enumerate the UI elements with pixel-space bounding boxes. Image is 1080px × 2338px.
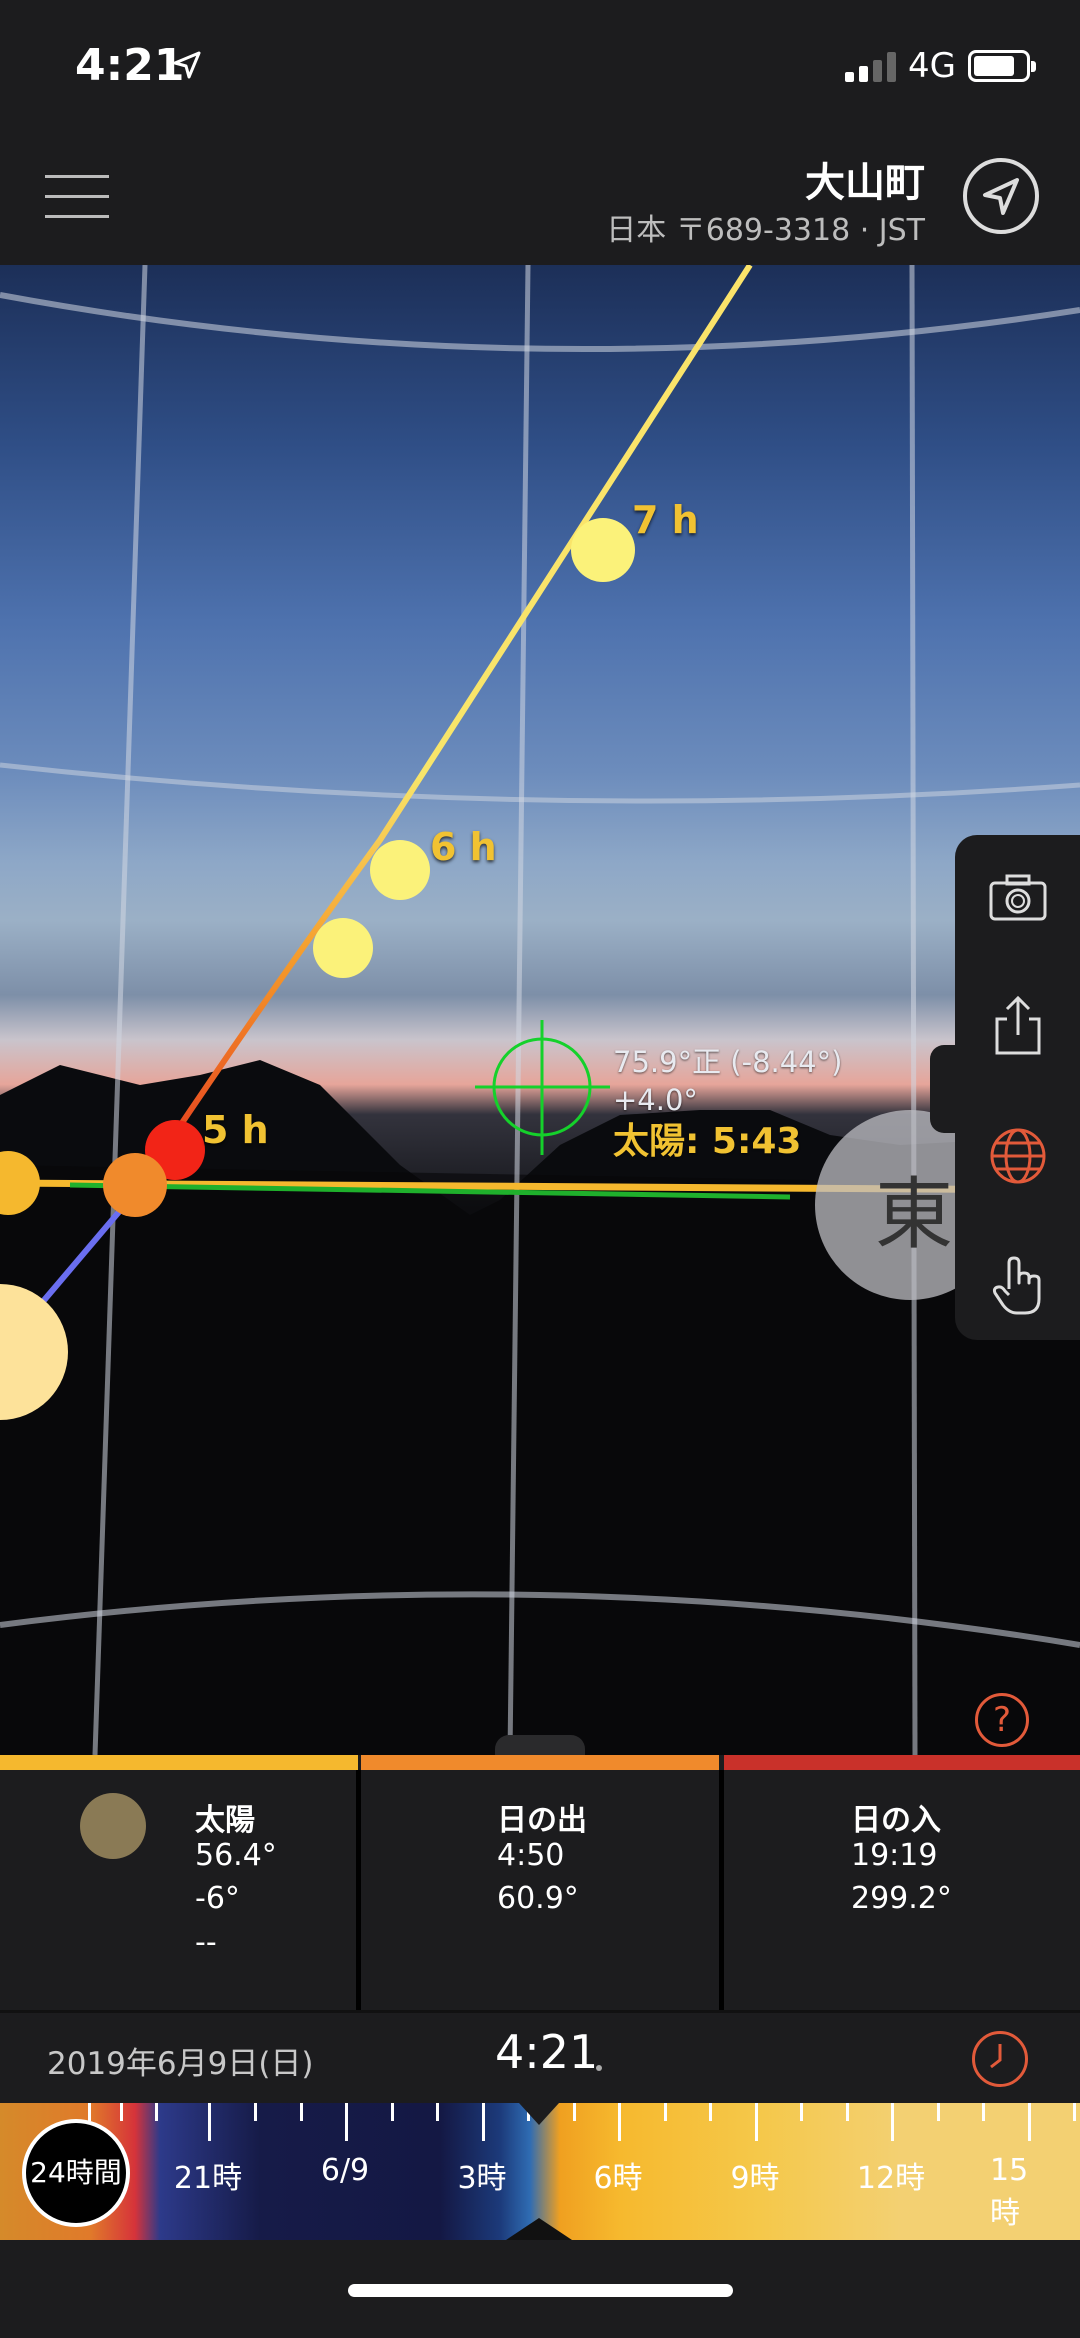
tick [155,2103,158,2121]
sun-position-icon [80,1793,146,1859]
hour-label-6: 6 h [430,825,497,869]
globe-icon[interactable] [985,1123,1051,1189]
location-arrow-icon[interactable] [963,158,1039,234]
current-time-marker [519,2103,559,2125]
clock-icon[interactable] [972,2031,1028,2087]
readout-elevation: +4.0° [613,1083,698,1117]
sun-azimuth: 56.4° [195,1838,277,1873]
grid-line [0,762,1080,804]
sunset-info-column[interactable]: 日の入 19:19 299.2° [724,1755,1080,2010]
sun-extra: -- [195,1925,217,1960]
sun-color-bar [0,1755,358,1770]
tick [618,2103,621,2141]
hour-label-7: 7 h [632,498,699,542]
tick [88,2103,91,2121]
date-time-bar: 2019年6月9日(日) 4:21 [0,2010,1080,2103]
grid-line [909,265,918,1755]
tick [1028,2103,1031,2141]
sunset-azimuth: 299.2° [851,1881,952,1916]
timeline-label: 15時 [990,2153,1029,2231]
timeline-label: 12時 [856,2161,926,2196]
tick [573,2103,576,2121]
ar-overlay [0,265,1080,1755]
hour-label-5: 5 h [202,1108,269,1152]
readout-azimuth: 75.9°正 (-8.44°) [613,1045,843,1079]
tick [300,2103,303,2121]
ar-camera-view[interactable]: 7 h 6 h 5 h 75.9°正 (-8.44°) +4.0° 太陽: 5:… [0,265,1080,1755]
sunset-color-bar [724,1755,1080,1770]
range-24h-button[interactable]: 24時間 [22,2119,130,2227]
status-time: 4:21 [75,40,185,91]
sunrise-time: 4:50 [497,1838,565,1873]
info-panel: 太陽 56.4° -6° -- 日の出 4:50 60.9° 日の入 19:19… [0,1755,1080,2010]
tick [482,2103,485,2141]
camera-icon[interactable] [985,865,1051,931]
current-time[interactable]: 4:21 [495,2025,598,2079]
timeline-label: 9時 [730,2161,780,2196]
location-services-icon [173,51,201,79]
location-title: 大山町 [805,160,925,206]
tick [846,2103,849,2121]
battery-icon [968,50,1036,82]
tick [982,2103,985,2121]
sun-elevation: -6° [195,1881,240,1916]
location-subtitle: 日本 〒689-3318 · JST [606,213,925,248]
tick [345,2103,348,2141]
sunset-time: 19:19 [851,1838,938,1873]
date-label[interactable]: 2019年6月9日(日) [47,2038,314,2083]
sunrise-marker [103,1153,167,1217]
timeline-label: 6/9 [320,2153,370,2188]
tick [664,2103,667,2121]
readout-sun-time: 太陽: 5:43 [613,1121,802,1162]
tick [120,2103,123,2121]
tick [937,2103,940,2121]
sunset-title: 日の入 [851,1803,941,1838]
tick [391,2103,394,2121]
menu-icon[interactable] [45,175,109,221]
status-bar: 4:21 4G [0,0,1080,130]
timeline-label: 6時 [593,2161,643,2196]
direction-label: 東 [875,1170,954,1260]
sunrise-info-column[interactable]: 日の出 4:50 60.9° [361,1755,719,2010]
home-indicator[interactable] [348,2284,733,2297]
help-icon[interactable]: ? [975,1693,1029,1747]
grid-line [0,292,1080,353]
timeline-label: 21時 [173,2161,243,2196]
tick [254,2103,257,2121]
tick [208,2103,211,2141]
sun-marker-6h [370,840,430,900]
tick [755,2103,758,2141]
sun-marker-7h [571,518,635,582]
target-readout: 75.9°正 (-8.44°) +4.0° 太陽: 5:43 [613,1043,842,1161]
tick [1073,2103,1076,2121]
network-type: 4G [908,46,956,86]
sunrise-azimuth: 60.9° [497,1881,579,1916]
tick [891,2103,894,2141]
sun-marker [313,918,373,978]
sun-title: 太陽 [195,1803,255,1838]
app-header: 大山町 日本 〒689-3318 · JST [0,130,1080,265]
signal-strength-icon [845,52,897,82]
sun-info-column[interactable]: 太陽 56.4° -6° -- [0,1755,358,2010]
current-time-marker-bottom [506,2218,572,2240]
time-scrubber[interactable]: 21時 6/9 3時 6時 9時 12時 15時 24時間 [0,2103,1080,2240]
home-indicator-area [0,2240,1080,2338]
share-icon[interactable] [985,993,1051,1059]
side-toolbar [955,835,1080,1340]
hand-pointer-icon[interactable] [985,1253,1051,1319]
time-indicator-dot [596,2065,602,2071]
timeline-label: 3時 [457,2161,507,2196]
tick [800,2103,803,2121]
sunrise-title: 日の出 [497,1803,587,1838]
tick [709,2103,712,2121]
sunrise-color-bar [361,1755,719,1770]
panel-drag-handle[interactable] [495,1735,585,1755]
tick [436,2103,439,2121]
